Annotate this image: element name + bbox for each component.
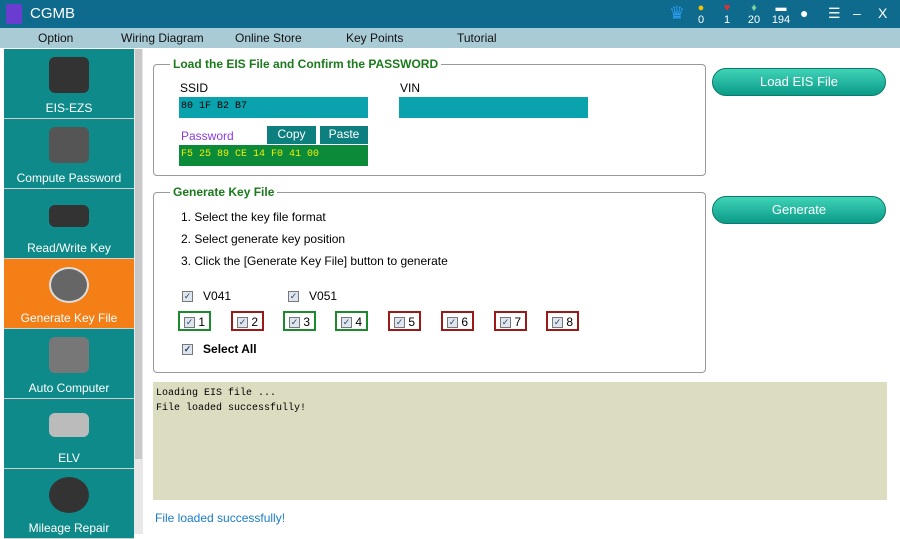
position-6-checkbox[interactable]: ✓ 6 [441,311,475,331]
log-line: File loaded successfully! [156,403,307,414]
menu-bar: Option Wiring Diagram Online Store Key P… [0,28,900,48]
vin-label: VIN [400,81,421,95]
position-7-checkbox[interactable]: ✓ 7 [494,311,528,331]
stat-coin: ● 0 [690,2,712,26]
elv-icon [49,413,89,437]
sidebar-item-eis-ezs[interactable]: EIS-EZS [4,49,134,119]
position-8-checkbox[interactable]: ✓ 8 [546,311,580,331]
checkbox-icon: ✓ [182,344,193,356]
ssid-field[interactable]: 80 1F B2 B7 [179,97,368,118]
step-2: 2. Select generate key position [181,232,346,246]
step-1: 1. Select the key file format [181,210,326,224]
stat-ruby: ♥ 1 [716,2,738,26]
format-v041-checkbox[interactable]: ✓ V041 [182,289,231,303]
position-1-checkbox[interactable]: ✓ 1 [178,311,212,331]
position-5-checkbox[interactable]: ✓ 5 [388,311,422,331]
status-text: File loaded successfully! [155,511,286,525]
sidebar-item-elv[interactable]: ELV [4,399,134,469]
menu-online-store[interactable]: Online Store [235,31,302,45]
position-2-checkbox[interactable]: ✓ 2 [231,311,265,331]
sidebar-item-auto-computer[interactable]: Auto Computer [4,329,134,399]
log-output: Loading EIS file ... File loaded success… [153,382,887,500]
sidebar-item-generate-key-file[interactable]: Generate Key File [4,259,134,329]
format-v051-checkbox[interactable]: ✓ V051 [288,289,337,303]
crown-icon[interactable]: ♛ [664,3,690,24]
ssid-label: SSID [180,81,209,95]
log-line: Loading EIS file ... [156,388,277,399]
checkbox-icon: ✓ [288,291,299,303]
password-label: Password [181,129,234,143]
close-icon[interactable]: X [878,5,887,21]
position-3-checkbox[interactable]: ✓ 3 [283,311,317,331]
printer-icon [49,267,89,303]
ecu-icon [49,337,89,373]
checkbox-icon: ✓ [182,291,193,303]
generate-button[interactable]: Generate [712,196,886,224]
app-title: CGMB [30,5,75,22]
paste-button[interactable]: Paste [320,126,368,144]
sidebar: EIS-EZS Compute Password Read/Write Key … [4,49,134,539]
step-3: 3. Click the [Generate Key File] button … [181,254,448,268]
menu-option[interactable]: Option [38,31,73,45]
car-key-icon [49,205,89,227]
user-icon[interactable]: ● [800,5,808,21]
sidebar-item-mileage-repair[interactable]: Mileage Repair [4,469,134,539]
sidebar-item-compute-password[interactable]: Compute Password [4,119,134,189]
select-all-checkbox[interactable]: ✓ Select All [182,342,257,356]
title-bar: CGMB ♛ ● 0 ♥ 1 ♦ 20 ▬ 194 ● ☰ – X [0,0,900,28]
position-4-checkbox[interactable]: ✓ 4 [335,311,369,331]
minimize-icon[interactable]: – [853,5,861,21]
menu-tutorial[interactable]: Tutorial [457,31,497,45]
stat-chip: ▬ 194 [771,2,791,26]
stat-diamond: ♦ 20 [743,2,765,26]
coin-icon: ● [697,2,705,14]
ruby-icon: ♥ [723,2,731,14]
vin-field[interactable] [399,97,588,118]
menu-icon[interactable]: ☰ [828,5,841,22]
password-field[interactable]: F5 25 89 CE 14 F0 41 00 [179,145,368,166]
copy-button[interactable]: Copy [267,126,316,144]
menu-wiring-diagram[interactable]: Wiring Diagram [121,31,204,45]
load-eis-file-button[interactable]: Load EIS File [712,68,886,96]
menu-key-points[interactable]: Key Points [346,31,403,45]
app-logo-icon [6,4,22,24]
gauge-icon [49,477,89,513]
diamond-icon: ♦ [751,2,757,14]
sidebar-item-read-write-key[interactable]: Read/Write Key [4,189,134,259]
eis-icon [49,57,89,93]
keyboard-icon [49,127,89,163]
chip-icon: ▬ [775,2,787,14]
sidebar-scrollbar[interactable] [134,49,143,534]
